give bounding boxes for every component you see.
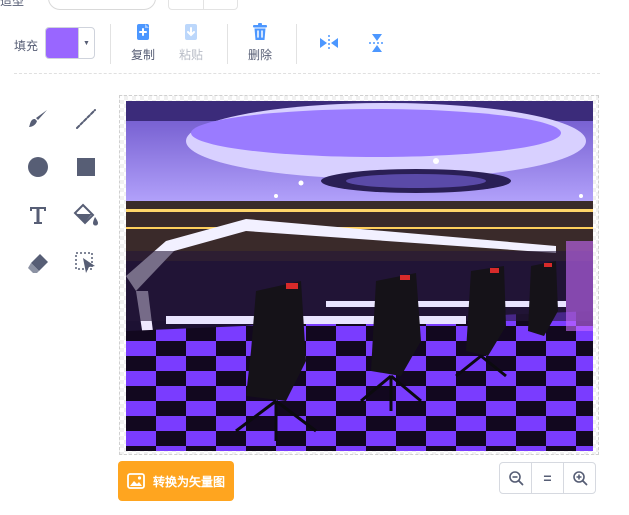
- select-icon: [75, 252, 95, 273]
- circle-tool[interactable]: [25, 154, 51, 180]
- group-divider: [203, 0, 204, 9]
- chevron-down-icon[interactable]: ▼: [78, 28, 94, 58]
- copy-button[interactable]: 复制: [123, 22, 163, 63]
- rectangle-icon: [77, 158, 95, 176]
- zoom-reset-label: =: [543, 470, 552, 486]
- costume-label: 造型: [0, 0, 25, 8]
- select-tool[interactable]: [73, 250, 99, 276]
- brush-tool[interactable]: [25, 106, 51, 132]
- delete-label: 删除: [247, 48, 272, 62]
- copy-icon: [137, 24, 149, 40]
- line-icon: [76, 109, 96, 129]
- copy-label: 复制: [130, 48, 155, 62]
- fill-label: 填充: [14, 39, 39, 53]
- flip-horizontal-button[interactable]: [316, 30, 342, 56]
- zoom-controls: =: [499, 462, 596, 494]
- flip-vertical-button[interactable]: [364, 30, 390, 56]
- toolbar-divider: [110, 24, 111, 64]
- zoom-out-icon: [508, 471, 523, 486]
- toolbar-divider: [227, 24, 228, 64]
- line-tool[interactable]: [73, 106, 99, 132]
- zoom-out-button[interactable]: [500, 463, 531, 493]
- fill-color-swatch[interactable]: [46, 28, 78, 58]
- paste-label: 粘贴: [178, 48, 203, 62]
- fill-color-picker[interactable]: ▼: [45, 27, 95, 59]
- convert-to-vector-button[interactable]: 转换为矢量图: [118, 461, 234, 501]
- toolbar-bottom-divider: [14, 73, 600, 74]
- eraser-tool[interactable]: [25, 250, 51, 276]
- flip-horizontal-icon: [320, 35, 338, 51]
- circle-icon: [28, 157, 48, 177]
- eraser-icon: [28, 254, 48, 273]
- rectangle-tool[interactable]: [73, 154, 99, 180]
- paint-editor: 造型 填充 ▼ 复制 粘贴 删除 转换为矢量图 =: [0, 0, 629, 515]
- zoom-reset-button[interactable]: =: [531, 463, 563, 493]
- image-icon: [127, 473, 145, 489]
- fill-bucket-icon: [73, 203, 98, 226]
- zoom-in-button[interactable]: [563, 463, 595, 493]
- flip-vertical-icon: [369, 34, 385, 52]
- fill-tool[interactable]: [73, 202, 99, 228]
- convert-label: 转换为矢量图: [152, 474, 225, 489]
- undo-redo-group: [168, 0, 238, 10]
- brush-icon: [29, 110, 47, 127]
- text-icon: [30, 207, 46, 224]
- paste-button[interactable]: 粘贴: [171, 22, 211, 63]
- delete-button[interactable]: 删除: [240, 22, 280, 63]
- costume-image: [126, 101, 593, 451]
- zoom-in-icon: [572, 471, 587, 486]
- paste-icon: [185, 24, 197, 40]
- toolbar-divider: [296, 24, 297, 64]
- text-tool[interactable]: [25, 202, 51, 228]
- costume-name-input[interactable]: [48, 0, 156, 10]
- trash-icon: [253, 23, 267, 40]
